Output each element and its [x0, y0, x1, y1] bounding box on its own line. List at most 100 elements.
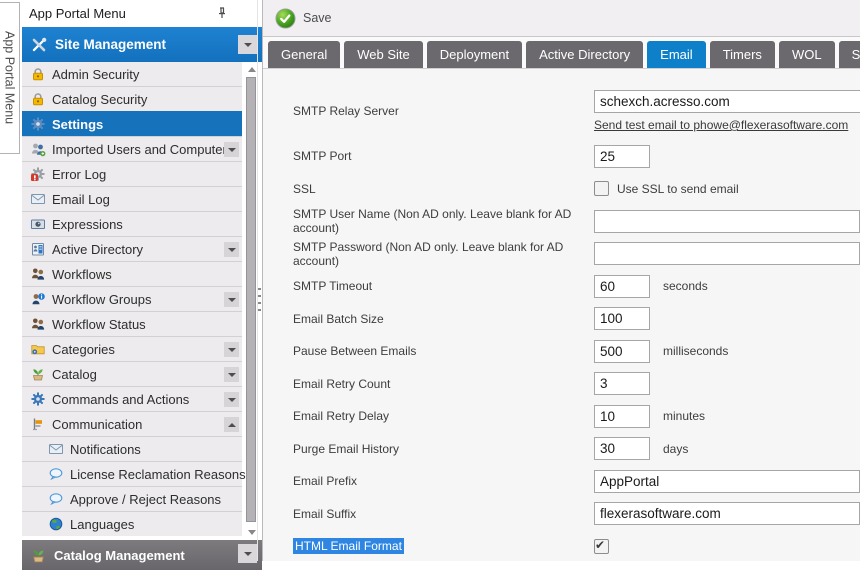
- form-control: [594, 539, 860, 554]
- save-button[interactable]: Save: [271, 5, 342, 32]
- unit-label: milliseconds: [663, 344, 728, 358]
- sidebar-item-email-log[interactable]: Email Log: [22, 186, 242, 211]
- email-suffix-input[interactable]: [594, 502, 860, 525]
- lock-icon: [30, 91, 46, 107]
- expand-button[interactable]: [224, 342, 239, 357]
- expand-button[interactable]: [224, 417, 239, 432]
- sidebar-item-notifications[interactable]: Notifications: [22, 436, 242, 461]
- settings-tabstrip: GeneralWeb SiteDeploymentActive Director…: [263, 37, 860, 69]
- app-portal-menu-vertical-tab[interactable]: App Portal Menu: [0, 2, 20, 154]
- smtp-relay-server-input[interactable]: [594, 90, 860, 113]
- sidebar-item-approve-reject-reasons[interactable]: Approve / Reject Reasons: [22, 486, 242, 511]
- sidebar-item-label: Workflow Status: [52, 317, 146, 332]
- form-label: Email Batch Size: [293, 312, 594, 326]
- form-label: HTML Email Format: [293, 539, 594, 553]
- expand-button[interactable]: [224, 292, 239, 307]
- form-control: [594, 210, 860, 233]
- sidebar-item-languages[interactable]: Languages: [22, 511, 242, 536]
- expand-button[interactable]: [224, 392, 239, 407]
- sidebar-item-communication[interactable]: Communication: [22, 411, 242, 436]
- html-email-format-checkbox[interactable]: [594, 539, 609, 554]
- sidebar-item-active-directory[interactable]: Active Directory: [22, 236, 242, 261]
- scroll-down-arrow[interactable]: [247, 527, 256, 537]
- tab-email[interactable]: Email: [647, 41, 706, 68]
- form-label: SMTP Password (Non AD only. Leave blank …: [293, 240, 594, 268]
- tab-timers[interactable]: Timers: [710, 41, 775, 68]
- sidebar-item-error-log[interactable]: Error Log: [22, 161, 242, 186]
- purge-email-history-input[interactable]: [594, 437, 650, 460]
- form-row-ssl: SSL Use SSL to send email: [293, 173, 860, 206]
- tools-icon: [30, 36, 48, 54]
- smtp-user-name-non-ad-only-leave-blank-for-ad-account-input[interactable]: [594, 210, 860, 233]
- checkbox-caption: Use SSL to send email: [617, 182, 739, 196]
- form-label: SSL: [293, 182, 594, 196]
- smtp-port-input[interactable]: [594, 145, 650, 168]
- sidebar-item-label: Notifications: [70, 442, 141, 457]
- smtp-timeout-input[interactable]: [594, 275, 650, 298]
- form-control: [594, 470, 860, 493]
- sidebar-item-workflow-status[interactable]: Workflow Status: [22, 311, 242, 336]
- sidebar-item-catalog-security[interactable]: Catalog Security: [22, 86, 242, 111]
- users-icon: [30, 141, 46, 157]
- tab-deployment[interactable]: Deployment: [427, 41, 522, 68]
- form-row-html-email-format: HTML Email Format: [293, 530, 860, 561]
- sidebar-item-expressions[interactable]: Expressions: [22, 211, 242, 236]
- sidebar-item-label: Languages: [70, 517, 134, 532]
- tab-general[interactable]: General: [268, 41, 340, 68]
- sidebar-item-imported-users-and-computers[interactable]: Imported Users and Computers: [22, 136, 242, 161]
- email-batch-size-input[interactable]: [594, 307, 650, 330]
- form-control: [594, 145, 860, 168]
- email-retry-delay-input[interactable]: [594, 405, 650, 428]
- splitter-grip[interactable]: [258, 288, 261, 316]
- collapsed-panel-rail: App Portal Menu: [0, 0, 22, 561]
- tab-wol[interactable]: WOL: [779, 41, 835, 68]
- scrollbar-thumb[interactable]: [246, 77, 256, 522]
- sidebar-item-label: Catalog: [52, 367, 97, 382]
- unit-label: seconds: [663, 279, 708, 293]
- ssl-checkbox[interactable]: [594, 181, 609, 196]
- form-row-email-suffix: Email Suffix: [293, 498, 860, 531]
- sidebar-item-catalog[interactable]: Catalog: [22, 361, 242, 386]
- bubble-icon: [48, 466, 64, 482]
- email-prefix-input[interactable]: [594, 470, 860, 493]
- footer-expand-button[interactable]: [238, 544, 257, 563]
- form-label: SMTP User Name (Non AD only. Leave blank…: [293, 207, 594, 235]
- send-test-email-link[interactable]: Send test email to phowe@flexerasoftware…: [594, 118, 848, 132]
- sidebar-section-catalog-management[interactable]: Catalog Management: [22, 540, 262, 570]
- toolbar: Save: [263, 0, 860, 37]
- section-expand-button[interactable]: [238, 35, 257, 54]
- sidebar-scrollbar[interactable]: [246, 64, 257, 537]
- pause-between-emails-input[interactable]: [594, 340, 650, 363]
- form-control: Use SSL to send email: [594, 181, 860, 196]
- tab-active-directory[interactable]: Active Directory: [526, 41, 643, 68]
- expand-button[interactable]: [224, 367, 239, 382]
- sidebar-item-commands-and-actions[interactable]: Commands and Actions: [22, 386, 242, 411]
- email-retry-count-input[interactable]: [594, 372, 650, 395]
- sidebar-item-workflows[interactable]: Workflows: [22, 261, 242, 286]
- tab-security[interactable]: Security: [839, 41, 860, 68]
- sidebar-section-site-management[interactable]: Site Management: [22, 27, 262, 62]
- sidebar-item-label: Communication: [52, 417, 142, 432]
- scroll-up-arrow[interactable]: [247, 64, 256, 74]
- form-row-smtp-timeout: SMTP Timeoutseconds: [293, 270, 860, 303]
- smtp-password-non-ad-only-leave-blank-for-ad-account-input[interactable]: [594, 242, 860, 265]
- form-row-smtp-relay-server: SMTP Relay ServerSend test email to phow…: [293, 90, 860, 140]
- expand-button[interactable]: [224, 242, 239, 257]
- directory-icon: [30, 241, 46, 257]
- bubble-icon: [48, 491, 64, 507]
- sidebar-item-admin-security[interactable]: Admin Security: [22, 62, 242, 86]
- pin-icon[interactable]: [214, 5, 230, 21]
- form-control: [594, 502, 860, 525]
- sidebar-item-categories[interactable]: Categories: [22, 336, 242, 361]
- gear-icon: [30, 116, 46, 132]
- sidebar-item-workflow-groups[interactable]: Workflow Groups: [22, 286, 242, 311]
- sidebar-item-license-reclamation-reasons[interactable]: License Reclamation Reasons: [22, 461, 242, 486]
- form-label: SMTP Port: [293, 149, 594, 163]
- sidebar-title: App Portal Menu: [29, 6, 126, 21]
- selected-label-text: HTML Email Format: [293, 538, 404, 554]
- sidebar-item-settings[interactable]: Settings: [22, 111, 242, 136]
- form-row-email-batch-size: Email Batch Size: [293, 303, 860, 336]
- tab-web-site[interactable]: Web Site: [344, 41, 423, 68]
- expand-button[interactable]: [224, 142, 239, 157]
- form-label: Email Retry Count: [293, 377, 594, 391]
